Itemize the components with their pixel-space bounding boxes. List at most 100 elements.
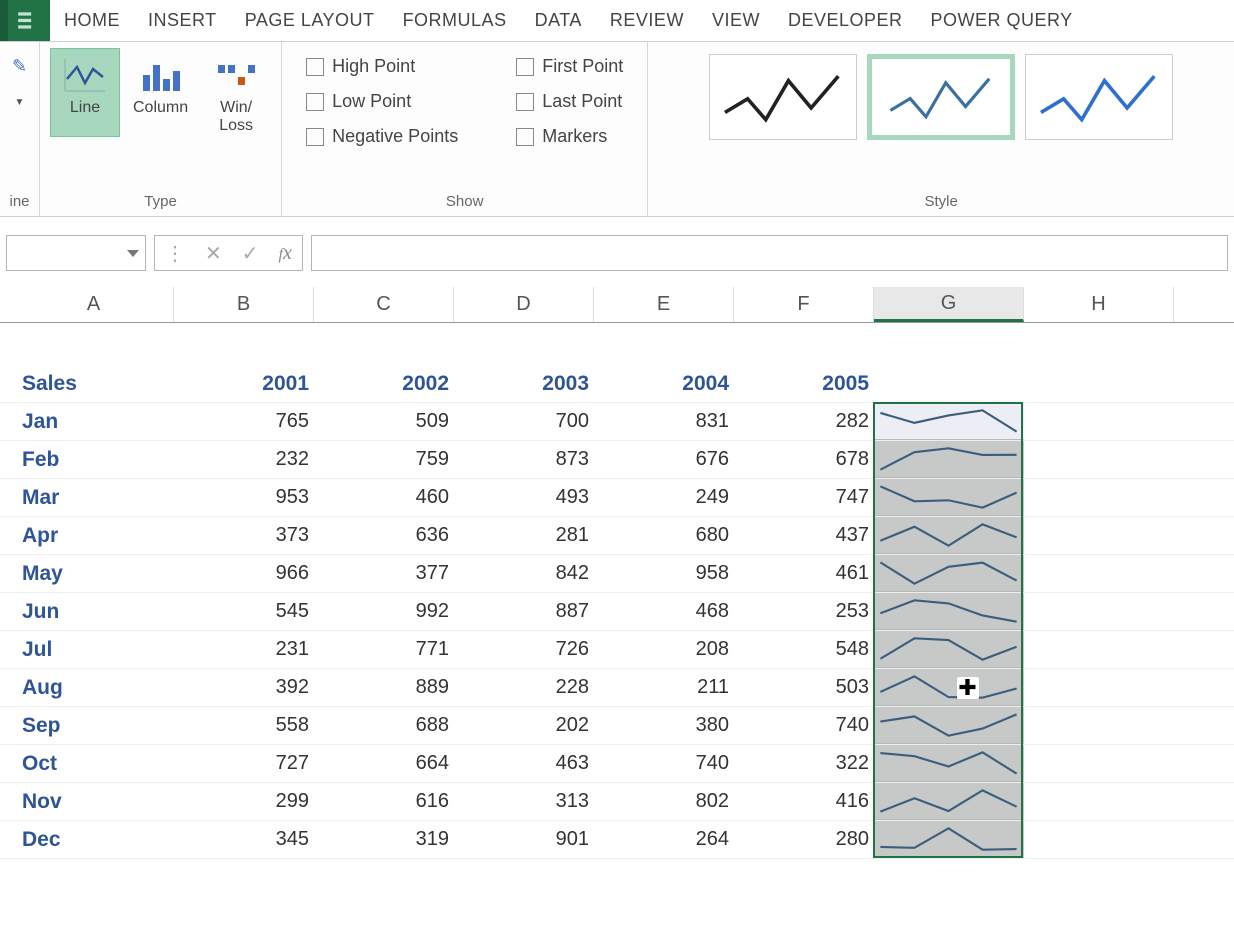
- row-label-sep[interactable]: Sep: [14, 707, 174, 744]
- cell-aug-2003[interactable]: 228: [454, 669, 594, 706]
- cell-may-2001[interactable]: 966: [174, 555, 314, 592]
- year-header-2004[interactable]: 2004: [594, 365, 734, 402]
- checkbox-high-point[interactable]: High Point: [306, 56, 458, 77]
- cell-feb-2004[interactable]: 676: [594, 441, 734, 478]
- sparkline-feb[interactable]: [874, 441, 1024, 478]
- dropdown-icon[interactable]: ▼: [15, 97, 25, 108]
- cell-jun-2003[interactable]: 887: [454, 593, 594, 630]
- row-label-feb[interactable]: Feb: [14, 441, 174, 478]
- column-header-G[interactable]: G: [874, 287, 1024, 322]
- cell-jun-2005[interactable]: 253: [734, 593, 874, 630]
- cell-sep-2003[interactable]: 202: [454, 707, 594, 744]
- cell-sep-2002[interactable]: 688: [314, 707, 454, 744]
- cell-jun-2004[interactable]: 468: [594, 593, 734, 630]
- column-header-B[interactable]: B: [174, 287, 314, 322]
- cell-dec-2004[interactable]: 264: [594, 821, 734, 858]
- enter-icon[interactable]: ✓: [242, 241, 259, 266]
- column-header-H[interactable]: H: [1024, 287, 1174, 322]
- cell-mar-2002[interactable]: 460: [314, 479, 454, 516]
- cell-feb-2001[interactable]: 232: [174, 441, 314, 478]
- cell-mar-2001[interactable]: 953: [174, 479, 314, 516]
- cell-h-8[interactable]: [1024, 707, 1174, 744]
- cell-nov-2002[interactable]: 616: [314, 783, 454, 820]
- row-label-mar[interactable]: Mar: [14, 479, 174, 516]
- checkbox-negative-points[interactable]: Negative Points: [306, 126, 458, 147]
- column-header-C[interactable]: C: [314, 287, 454, 322]
- sparkline-style-3[interactable]: [1025, 54, 1173, 140]
- sparkline-style-1[interactable]: [709, 54, 857, 140]
- cell-aug-2002[interactable]: 889: [314, 669, 454, 706]
- cell-aug-2001[interactable]: 392: [174, 669, 314, 706]
- cell-sep-2005[interactable]: 740: [734, 707, 874, 744]
- year-header-2001[interactable]: 2001: [174, 365, 314, 402]
- table-header-label[interactable]: Sales: [14, 365, 174, 402]
- cell-dec-2003[interactable]: 901: [454, 821, 594, 858]
- sparkline-oct[interactable]: [874, 745, 1024, 782]
- formula-expand-icon[interactable]: ⋮: [165, 241, 185, 266]
- row-label-jan[interactable]: Jan: [14, 403, 174, 440]
- cell-jan-2002[interactable]: 509: [314, 403, 454, 440]
- cell-h-2[interactable]: [1024, 479, 1174, 516]
- cell-h-11[interactable]: [1024, 821, 1174, 858]
- cell-oct-2003[interactable]: 463: [454, 745, 594, 782]
- sparkline-type-column-button[interactable]: Column: [124, 48, 197, 137]
- row-label-jun[interactable]: Jun: [14, 593, 174, 630]
- cell-oct-2005[interactable]: 322: [734, 745, 874, 782]
- ribbon-tab-page-layout[interactable]: PAGE LAYOUT: [231, 0, 389, 41]
- cell-jul-2005[interactable]: 548: [734, 631, 874, 668]
- ribbon-tab-formulas[interactable]: FORMULAS: [389, 0, 521, 41]
- cell-nov-2005[interactable]: 416: [734, 783, 874, 820]
- cell-may-2003[interactable]: 842: [454, 555, 594, 592]
- cell-h-10[interactable]: [1024, 783, 1174, 820]
- cell-oct-2001[interactable]: 727: [174, 745, 314, 782]
- chevron-down-icon[interactable]: [127, 250, 139, 257]
- cell-h-1[interactable]: [1024, 441, 1174, 478]
- cell-mar-2005[interactable]: 747: [734, 479, 874, 516]
- cell-jun-2001[interactable]: 545: [174, 593, 314, 630]
- sparkline-may[interactable]: [874, 555, 1024, 592]
- row-label-may[interactable]: May: [14, 555, 174, 592]
- cell-jan-2001[interactable]: 765: [174, 403, 314, 440]
- column-header-A[interactable]: A: [14, 287, 174, 322]
- sparkline-jun[interactable]: [874, 593, 1024, 630]
- row-label-nov[interactable]: Nov: [14, 783, 174, 820]
- sparkline-dec[interactable]: [874, 821, 1024, 858]
- cell-h-header[interactable]: [1024, 365, 1174, 402]
- row-label-apr[interactable]: Apr: [14, 517, 174, 554]
- cell-may-2002[interactable]: 377: [314, 555, 454, 592]
- sparkline-type-winloss-button[interactable]: Win/ Loss: [201, 48, 271, 137]
- cell-feb-2005[interactable]: 678: [734, 441, 874, 478]
- cell-h-4[interactable]: [1024, 555, 1174, 592]
- cell-dec-2005[interactable]: 280: [734, 821, 874, 858]
- cell-jun-2002[interactable]: 992: [314, 593, 454, 630]
- ribbon-tab-view[interactable]: VIEW: [698, 0, 774, 41]
- cell-dec-2002[interactable]: 319: [314, 821, 454, 858]
- cell-apr-2003[interactable]: 281: [454, 517, 594, 554]
- cell-apr-2004[interactable]: 680: [594, 517, 734, 554]
- sparkline-nov[interactable]: [874, 783, 1024, 820]
- row-label-jul[interactable]: Jul: [14, 631, 174, 668]
- year-header-2002[interactable]: 2002: [314, 365, 454, 402]
- cell-jan-2003[interactable]: 700: [454, 403, 594, 440]
- row-label-oct[interactable]: Oct: [14, 745, 174, 782]
- ribbon-tab-power-query[interactable]: POWER QUERY: [917, 0, 1087, 41]
- cell-jul-2001[interactable]: 231: [174, 631, 314, 668]
- formula-bar-input[interactable]: [311, 235, 1228, 271]
- cell-jul-2003[interactable]: 726: [454, 631, 594, 668]
- checkbox-first-point[interactable]: First Point: [516, 56, 623, 77]
- cell-h-6[interactable]: [1024, 631, 1174, 668]
- cell-aug-2005[interactable]: 503: [734, 669, 874, 706]
- row-label-aug[interactable]: Aug: [14, 669, 174, 706]
- cell-dec-2001[interactable]: 345: [174, 821, 314, 858]
- sparkline-jan[interactable]: [874, 403, 1024, 440]
- row-label-dec[interactable]: Dec: [14, 821, 174, 858]
- cell-mar-2003[interactable]: 493: [454, 479, 594, 516]
- fx-icon[interactable]: ffxx: [279, 242, 292, 265]
- cell-jul-2004[interactable]: 208: [594, 631, 734, 668]
- sparkline-jul[interactable]: [874, 631, 1024, 668]
- cell-h-7[interactable]: [1024, 669, 1174, 706]
- ribbon-tab-insert[interactable]: INSERT: [134, 0, 231, 41]
- column-header-E[interactable]: E: [594, 287, 734, 322]
- cell-apr-2002[interactable]: 636: [314, 517, 454, 554]
- checkbox-markers[interactable]: Markers: [516, 126, 623, 147]
